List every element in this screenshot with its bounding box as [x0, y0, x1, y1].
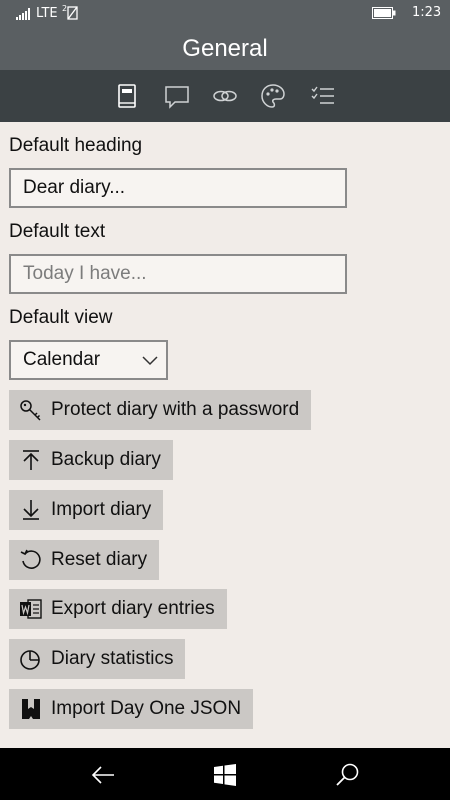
bookmark-icon	[19, 697, 43, 721]
pie-chart-icon	[19, 647, 43, 671]
checklist-icon	[311, 86, 334, 104]
search-icon	[336, 763, 359, 786]
word-document-icon	[19, 597, 43, 621]
import-dayone-button[interactable]: Import Day One JSON	[9, 689, 254, 729]
signal-icon	[16, 8, 32, 24]
default-view-select[interactable]: Calendar	[9, 340, 168, 380]
status-bar: LTE 2 1:23	[0, 0, 450, 28]
import-dayone-label: Import Day One JSON	[51, 698, 242, 719]
upload-icon	[19, 448, 43, 472]
default-view-value: Calendar	[23, 349, 101, 370]
tab-book[interactable]	[113, 82, 141, 110]
import-diary-label: Import diary	[51, 499, 152, 520]
clock: 1:23	[412, 5, 442, 20]
backup-diary-button[interactable]: Backup diary	[9, 440, 173, 480]
protect-password-label: Protect diary with a password	[51, 399, 300, 420]
reset-icon	[19, 548, 43, 572]
default-heading-label: Default heading	[9, 135, 143, 156]
svg-text:2: 2	[62, 4, 67, 13]
default-view-label: Default view	[9, 307, 113, 328]
export-entries-label: Export diary entries	[51, 598, 215, 619]
network-type: LTE	[36, 6, 58, 21]
tab-bar	[0, 70, 450, 122]
tab-links[interactable]	[211, 82, 239, 110]
default-text-label: Default text	[9, 221, 106, 242]
system-nav-bar	[0, 748, 450, 800]
export-entries-button[interactable]: Export diary entries	[9, 589, 227, 629]
start-button[interactable]	[212, 762, 238, 788]
link-icon	[213, 90, 237, 102]
reset-diary-button[interactable]: Reset diary	[9, 540, 160, 580]
palette-icon	[261, 84, 285, 108]
speech-bubble-icon	[165, 86, 189, 109]
tab-appearance[interactable]	[259, 82, 287, 110]
tab-checklist[interactable]	[309, 82, 337, 110]
protect-password-button[interactable]: Protect diary with a password	[9, 390, 312, 430]
battery-icon	[372, 7, 396, 23]
key-icon	[19, 398, 43, 422]
search-button[interactable]	[335, 762, 361, 788]
reset-diary-label: Reset diary	[51, 549, 148, 570]
windows-logo-icon	[214, 764, 236, 786]
back-button[interactable]	[90, 762, 116, 788]
chevron-down-icon	[142, 356, 158, 366]
diary-statistics-button[interactable]: Diary statistics	[9, 639, 186, 679]
back-arrow-icon	[91, 766, 114, 784]
book-icon	[118, 84, 136, 108]
default-heading-input[interactable]: Dear diary...	[9, 168, 347, 208]
sim-icon: 2	[62, 3, 80, 25]
import-diary-button[interactable]: Import diary	[9, 490, 164, 530]
page-title-bar: General	[0, 28, 450, 70]
backup-diary-label: Backup diary	[51, 449, 161, 470]
diary-statistics-label: Diary statistics	[51, 648, 174, 669]
default-text-input[interactable]: Today I have...	[9, 254, 347, 294]
page-title: General	[182, 35, 268, 62]
tab-comments[interactable]	[163, 82, 191, 110]
download-icon	[19, 498, 43, 522]
